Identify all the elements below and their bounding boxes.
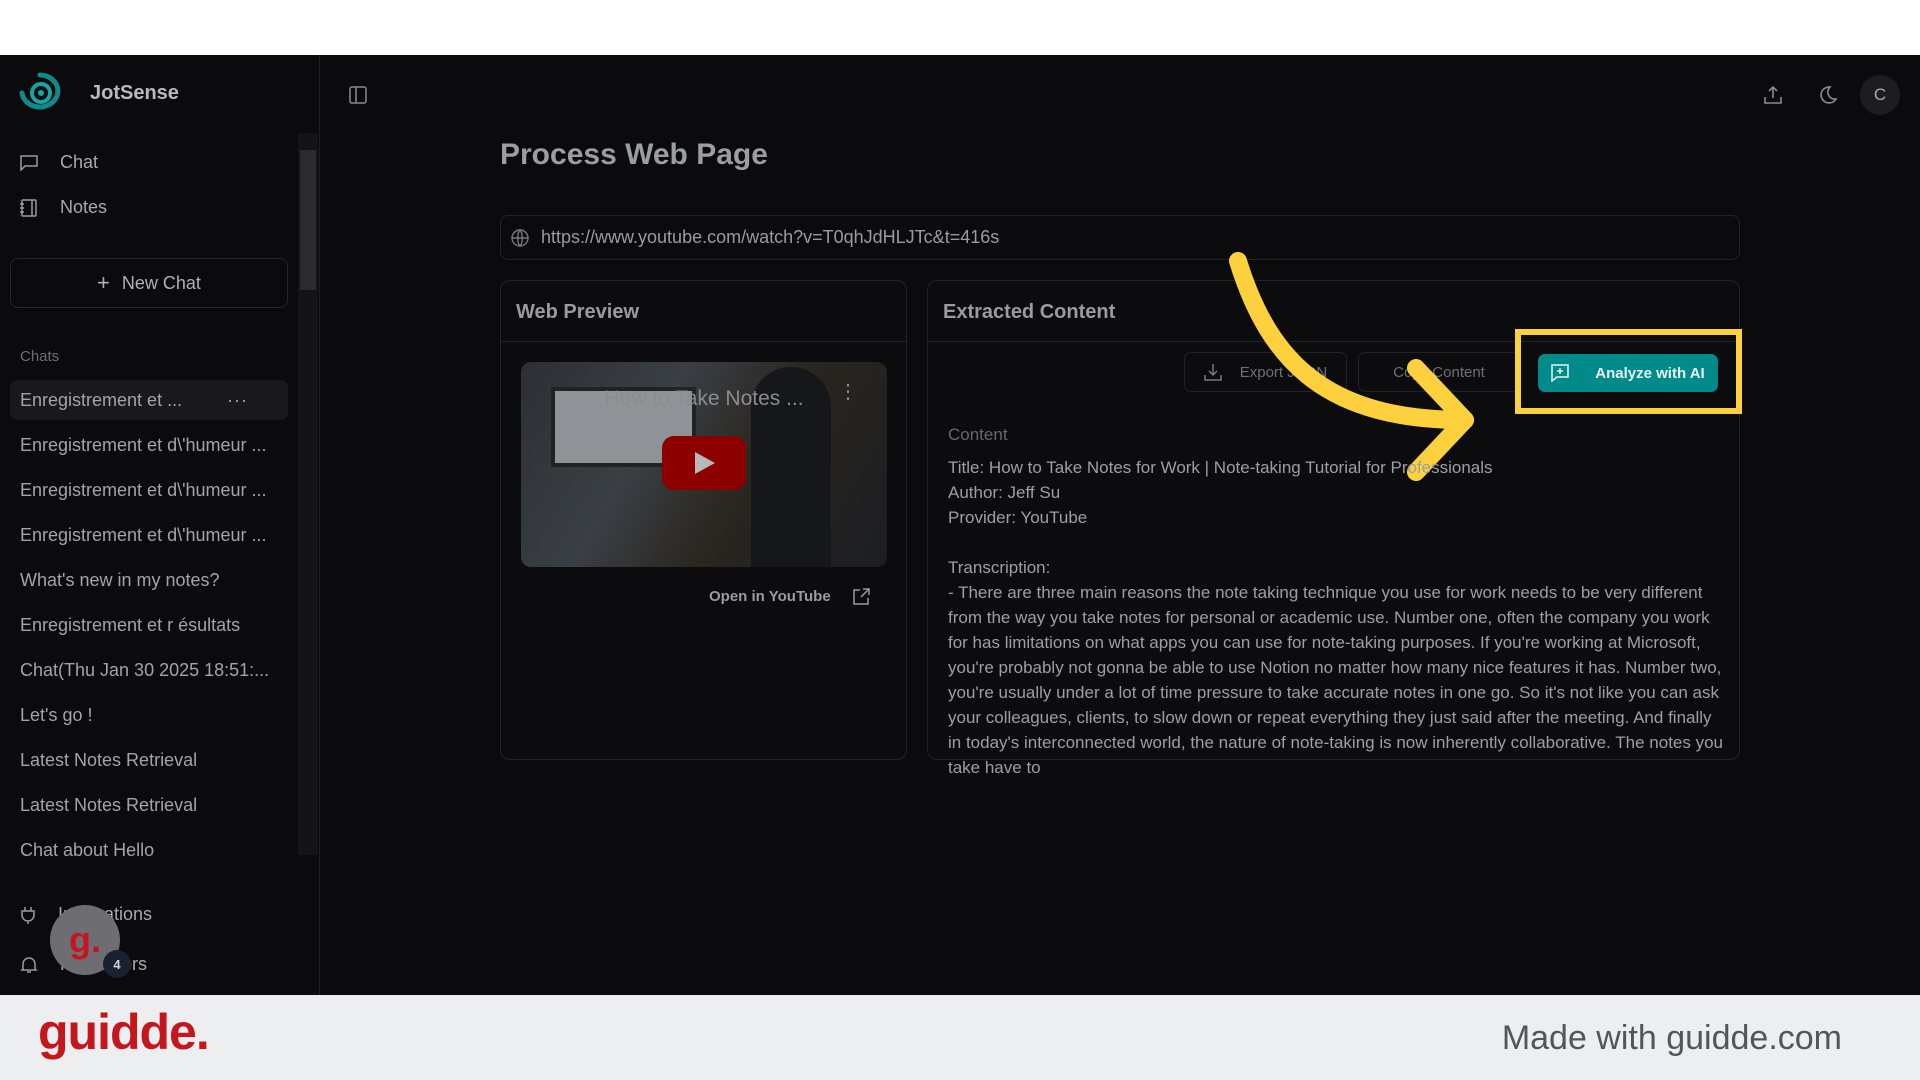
sidebar-toggle-icon[interactable] (349, 86, 367, 104)
notebook-icon (20, 198, 37, 217)
video-menu-icon[interactable]: ⋮ (838, 382, 858, 402)
chat-list-item[interactable]: Enregistrement et ... ··· (10, 380, 288, 420)
more-options-icon[interactable]: ··· (227, 390, 248, 411)
external-link-icon (852, 588, 870, 605)
open-link-label: Open in YouTube (709, 588, 831, 605)
sidebar-item-chat[interactable]: Chat (20, 152, 98, 173)
globe-icon (511, 229, 529, 247)
youtube-play-button[interactable] (662, 436, 746, 490)
content-label: Content (948, 425, 1008, 444)
top-margin (0, 0, 1920, 55)
guide-arrow-icon (1229, 252, 1474, 481)
moon-icon[interactable] (1818, 85, 1838, 105)
chat-list-item[interactable]: Enregistrement et r ésultats (10, 605, 288, 645)
user-avatar[interactable]: C (1860, 75, 1900, 115)
extracted-content-text: Title: How to Take Notes for Work | Note… (948, 458, 1724, 777)
message-square-icon (20, 154, 38, 171)
chat-title: Enregistrement et ... (20, 389, 183, 410)
url-input[interactable]: https://www.youtube.com/watch?v=T0qhJdHL… (500, 215, 1740, 260)
chat-list-item[interactable]: Chat about Hello (10, 830, 288, 870)
guidde-footer: guidde. Made with guidde.com (0, 995, 1920, 1080)
chat-list-item[interactable]: Enregistrement et d\'humeur ... (10, 425, 288, 465)
scrollbar-thumb[interactable] (300, 150, 316, 290)
url-value: https://www.youtube.com/watch?v=T0qhJdHL… (541, 227, 1000, 247)
chat-list-item[interactable]: Let's go ! (10, 695, 288, 735)
new-chat-label: New Chat (121, 272, 201, 293)
sidebar-item-label: Chat (60, 152, 99, 172)
plus-icon: + (97, 270, 110, 295)
new-chat-button[interactable]: + New Chat (10, 258, 288, 308)
chat-list-item[interactable]: Enregistrement et d\'humeur ... (10, 470, 288, 510)
sidebar-item-label: Notes (60, 197, 108, 217)
sidebar-item-notes[interactable]: Notes (20, 197, 107, 218)
web-preview-card: Web Preview How to Take Notes ... ⋮ Open… (500, 280, 907, 760)
chat-list-item[interactable]: Chat(Thu Jan 30 2025 18:51:... (10, 650, 288, 690)
bell-icon (20, 956, 38, 973)
app-name: JotSense (90, 82, 179, 104)
youtube-video-embed[interactable]: How to Take Notes ... ⋮ (521, 362, 887, 567)
sidebar: JotSense Chat Notes + New Chat Chats Enr… (0, 55, 320, 995)
made-with-guidde: Made with guidde.com (1501, 1019, 1842, 1057)
jotsense-logo-icon (19, 72, 61, 110)
page-title: Process Web Page (500, 138, 768, 171)
play-icon (695, 452, 715, 474)
share-upload-icon[interactable] (1763, 85, 1783, 105)
chat-list-item[interactable]: What's new in my notes? (10, 560, 288, 600)
app-window: JotSense Chat Notes + New Chat Chats Enr… (0, 55, 1920, 995)
chat-list-item[interactable]: Enregistrement et d\'humeur ... (10, 515, 288, 555)
video-title: How to Take Notes ... (604, 387, 804, 410)
open-in-youtube-link[interactable]: Open in YouTube (709, 588, 870, 605)
chats-section-label: Chats (20, 348, 60, 365)
notification-badge: 4 (103, 950, 131, 978)
chat-list-item[interactable]: Latest Notes Retrieval (10, 740, 288, 780)
highlight-box (1515, 329, 1742, 414)
web-preview-title: Web Preview (501, 281, 906, 342)
guidde-logo: guidde. (38, 1004, 210, 1060)
plug-icon (21, 906, 35, 924)
chat-list-item[interactable]: Latest Notes Retrieval (10, 785, 288, 825)
